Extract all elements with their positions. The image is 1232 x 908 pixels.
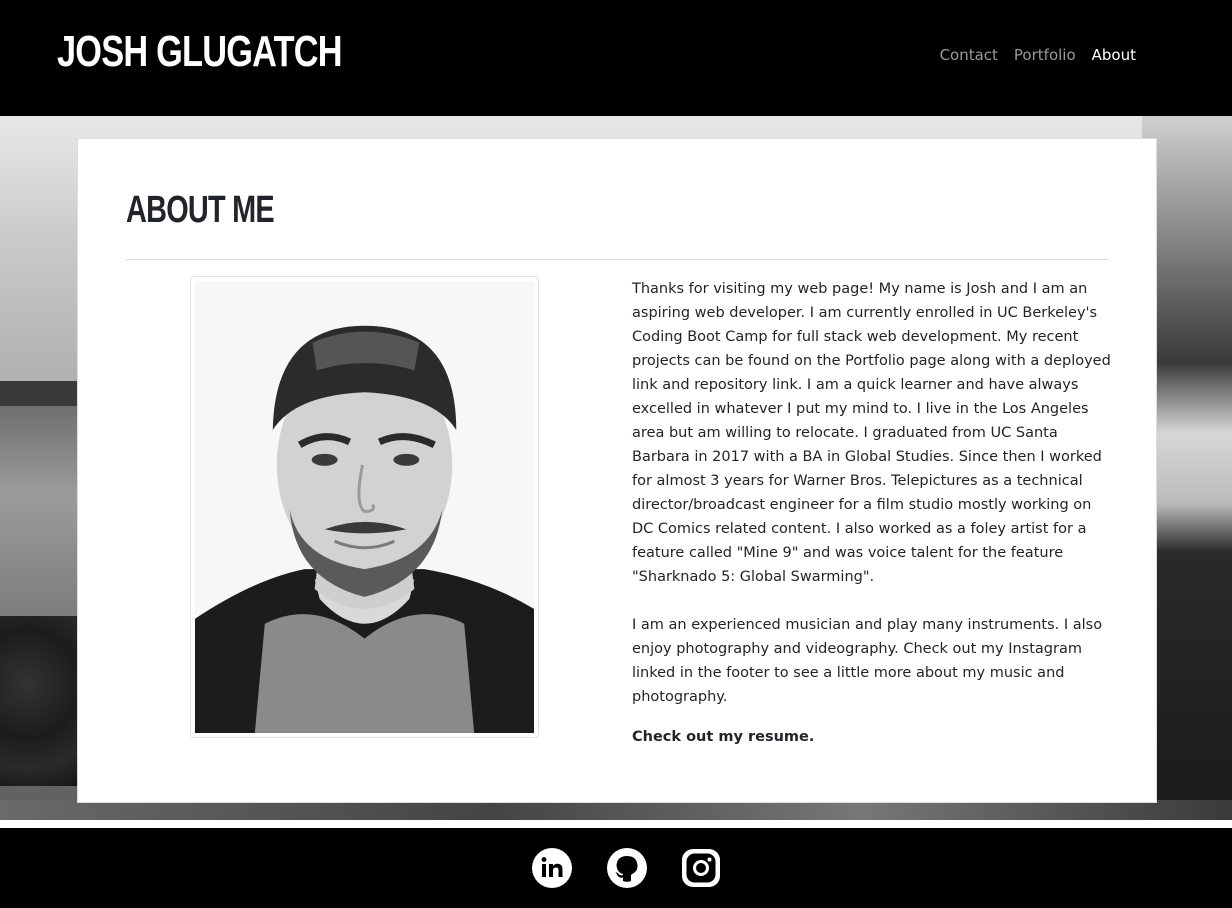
bio-paragraph-2: I am an experienced musician and play ma… [632,617,1103,705]
navbar: JOSH GLUGATCH Contact Portfolio About [0,0,1232,116]
footer [0,828,1232,908]
nav-link-about[interactable]: About [1092,44,1136,66]
profile-photo-image [195,281,534,733]
github-icon[interactable] [606,847,648,889]
nav-link-portfolio[interactable]: Portfolio [1014,44,1076,66]
linkedin-icon[interactable] [531,847,573,889]
nav-link-contact[interactable]: Contact [940,44,998,66]
page-title: ABOUT ME [126,189,275,231]
bio-text: Thanks for visiting my web page! My name… [632,277,1112,749]
hero-ground [0,800,1232,820]
about-card: ABOUT ME Thanks for visiting my web page… [77,138,1157,803]
brand-logo[interactable]: JOSH GLUGATCH [57,26,343,78]
bio-paragraph-1: Thanks for visiting my web page! My name… [632,281,1111,585]
footer-separator [0,820,1232,828]
profile-photo [190,276,539,738]
instagram-icon[interactable] [680,847,722,889]
resume-link[interactable]: Check out my resume. [632,729,814,745]
title-divider [126,259,1108,260]
nav-links: Contact Portfolio About [940,44,1136,66]
